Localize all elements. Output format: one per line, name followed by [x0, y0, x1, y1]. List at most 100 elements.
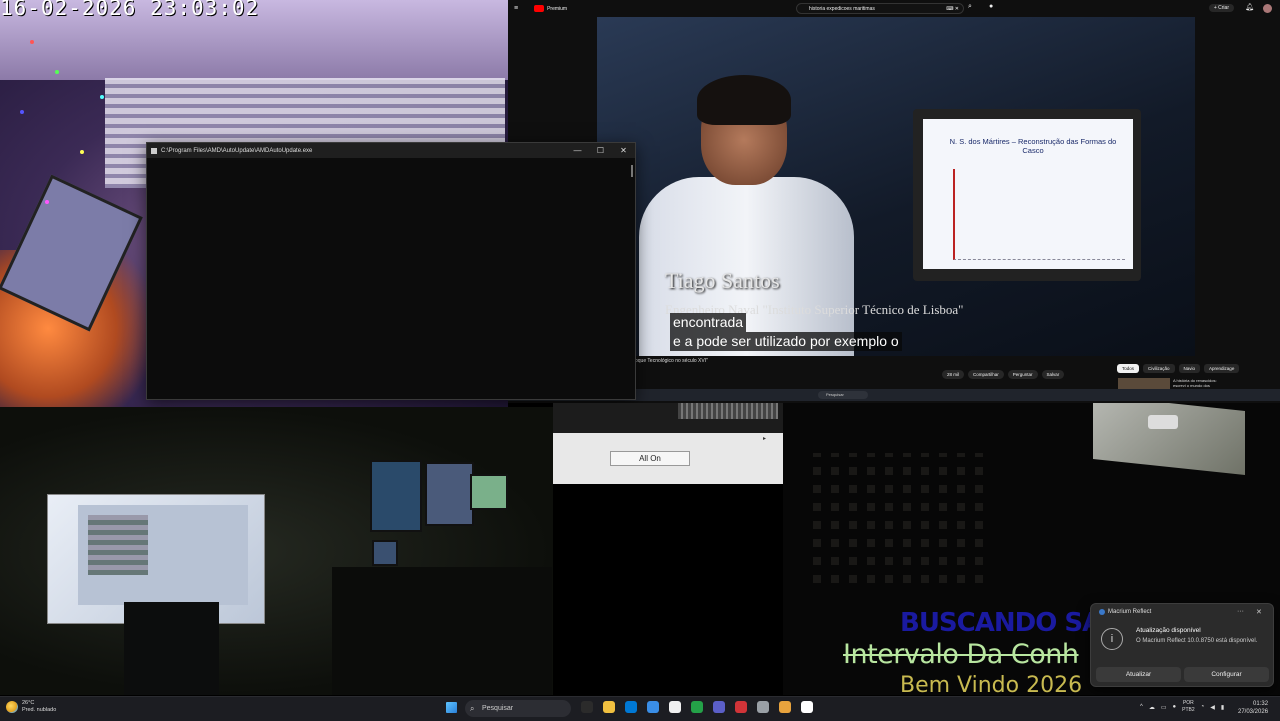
chip-learning[interactable]: Aprendizage — [1204, 364, 1240, 373]
camera-feed-studio — [0, 407, 553, 695]
video-monitor: N. S. dos Mártires – Reconstrução das Fo… — [913, 109, 1141, 281]
taskbar-clock[interactable]: 01:32 27/03/2026 — [1238, 700, 1268, 716]
overlay-line-2: Intervalo Da Conh — [843, 639, 1079, 670]
chip-all[interactable]: Todos — [1117, 364, 1140, 373]
keyboard-icon[interactable]: ⌨ ✕ — [946, 6, 959, 12]
volume-icon[interactable]: ◀ — [1210, 704, 1215, 711]
notification-title: Atualização disponível — [1136, 627, 1201, 634]
close-button[interactable]: ✕ — [612, 146, 635, 155]
amd-autoupdate-console[interactable]: C:\Program Files\AMD\AutoUpdate\AMDAutoU… — [146, 142, 636, 400]
search-icon[interactable]: ⌕ — [968, 3, 972, 11]
mic-tray-icon[interactable]: ● — [1173, 704, 1177, 710]
chip-ship[interactable]: Navio — [1178, 364, 1201, 373]
recommendation-thumbnail[interactable] — [1118, 378, 1170, 389]
weather-temp: 26°C — [22, 700, 35, 706]
studio-monitor-3 — [470, 474, 508, 510]
weather-widget[interactable]: 26°C Pred. nublado — [6, 700, 56, 714]
windows-start-icon[interactable] — [446, 702, 457, 713]
notification-app-name: Macrium Reflect — [1108, 609, 1152, 615]
all-on-button[interactable]: All On — [610, 451, 690, 466]
notifications-icon[interactable]: 🔔︎ — [1245, 3, 1254, 11]
video-player[interactable]: N. S. dos Mártires – Reconstrução das Fo… — [597, 17, 1195, 356]
macrium-logo-icon — [1099, 609, 1105, 615]
taskbar-search-input[interactable]: ⌕ Pesquisar — [465, 700, 571, 717]
language-indicator[interactable]: POR PTB2 — [1182, 700, 1195, 714]
taskbar-app-icon[interactable] — [581, 701, 593, 713]
studio-monitor-4 — [372, 540, 398, 566]
video-title: oque Tecnológico no século XVI" — [635, 358, 708, 364]
chip-civilization[interactable]: Civilização — [1143, 364, 1175, 373]
light-panel-header — [553, 403, 783, 433]
avatar[interactable] — [1263, 4, 1272, 13]
console-titlebar[interactable]: C:\Program Files\AMD\AutoUpdate\AMDAutoU… — [147, 143, 635, 158]
youtube-search-input[interactable]: historia expedicoes maritimas ⌨ ✕ — [796, 3, 964, 14]
taskbar-app-icon[interactable] — [625, 701, 637, 713]
inner-search[interactable]: Pesquisar — [818, 391, 868, 399]
dark-lattice — [813, 453, 993, 583]
scroll-right-icon[interactable]: ▸ — [763, 435, 766, 442]
youtube-header: ≡ Premium historia expedicoes maritimas … — [508, 0, 1280, 17]
subtitle-line-2: e a pode ser utilizado por exemplo o — [670, 332, 902, 351]
lower-third-name: Tiago Santos — [665, 268, 780, 293]
more-options-icon[interactable]: ··· — [1237, 608, 1244, 615]
taskbar-app-icon[interactable] — [713, 701, 725, 713]
weather-text: 26°C Pred. nublado — [22, 700, 56, 714]
taskbar-app-icon[interactable] — [603, 701, 615, 713]
wifi-icon[interactable]: ◔ — [1201, 704, 1205, 710]
cloudy-sun-icon — [6, 701, 18, 713]
macrium-notification[interactable]: Macrium Reflect ··· ✕ i Atualização disp… — [1090, 603, 1274, 687]
overlay-line-1: BUSCANDO SA — [900, 608, 1102, 638]
maximize-button[interactable]: ☐ — [589, 146, 612, 155]
light-control-panel: ▸ All On — [553, 403, 783, 484]
like-button[interactable]: 28 mil — [942, 370, 965, 379]
subtitle-line-1: encontrada — [670, 313, 747, 332]
taskbar-app-icon[interactable] — [801, 701, 813, 713]
studio-monitor-2 — [425, 462, 474, 526]
youtube-play-icon — [534, 5, 545, 12]
language-bottom: PTB2 — [1182, 707, 1195, 713]
windows-taskbar: 26°C Pred. nublado ⌕ Pesquisar ^ ☁ ▭ ● P… — [0, 696, 1280, 721]
taskbar-app-icon[interactable] — [735, 701, 747, 713]
taskbar-app-icon[interactable] — [669, 701, 681, 713]
taskbar-app-icon[interactable] — [779, 701, 791, 713]
console-icon — [151, 147, 157, 154]
share-button[interactable]: Compartilhar — [968, 370, 1004, 379]
presenter-hair — [697, 75, 791, 125]
create-button[interactable]: + Criar — [1208, 4, 1234, 12]
clock-time: 01:32 — [1253, 701, 1269, 707]
hull-sketch — [953, 169, 1125, 260]
console-scrollbar[interactable] — [631, 165, 633, 177]
menu-icon[interactable]: ≡ — [514, 5, 518, 12]
ask-button[interactable]: Perguntar — [1007, 370, 1038, 379]
taskbar-app-icon[interactable] — [757, 701, 769, 713]
tv-car — [1148, 415, 1178, 429]
battery-icon[interactable]: ▮ — [1221, 704, 1224, 711]
taskbar-app-icon[interactable] — [691, 701, 703, 713]
mic-icon[interactable]: ● — [989, 3, 993, 10]
studio-desk — [332, 567, 552, 695]
wall-tv — [1093, 403, 1245, 475]
youtube-logo[interactable]: Premium — [526, 5, 567, 12]
search-icon: ⌕ — [470, 704, 475, 713]
video-slide: N. S. dos Mártires – Reconstrução das Fo… — [923, 119, 1133, 269]
pinned-apps — [581, 701, 813, 713]
update-button[interactable]: Atualizar — [1096, 667, 1181, 682]
info-icon: i — [1101, 628, 1123, 650]
close-icon[interactable]: ✕ — [1256, 608, 1262, 616]
system-tray: ^ ☁ ▭ ● POR PTB2 ◔ ◀ ▮ — [1140, 700, 1224, 714]
language-top: POR — [1182, 700, 1194, 706]
camera-timestamp: 16-02-2026 23:03:02 — [0, 0, 260, 20]
recommendation-title[interactable]: A história do renascidos: escrevi o mund… — [1173, 378, 1228, 388]
save-button[interactable]: Salvar — [1041, 370, 1065, 379]
video-actions: 28 mil Compartilhar Perguntar Salvar — [942, 370, 1065, 379]
configure-button[interactable]: Configurar — [1184, 667, 1269, 682]
network-icon[interactable]: ▭ — [1161, 704, 1167, 711]
cloud-icon[interactable]: ☁ — [1149, 704, 1155, 711]
chevron-up-icon[interactable]: ^ — [1140, 704, 1143, 710]
taskbar-search-placeholder: Pesquisar — [482, 705, 514, 712]
youtube-search-query: historia expedicoes maritimas — [809, 5, 875, 12]
taskbar-app-icon[interactable] — [647, 701, 659, 713]
youtube-brand: Premium — [547, 5, 568, 12]
minimize-button[interactable]: — — [566, 146, 589, 155]
filter-chips: Todos Civilização Navio Aprendizage — [1117, 364, 1240, 373]
